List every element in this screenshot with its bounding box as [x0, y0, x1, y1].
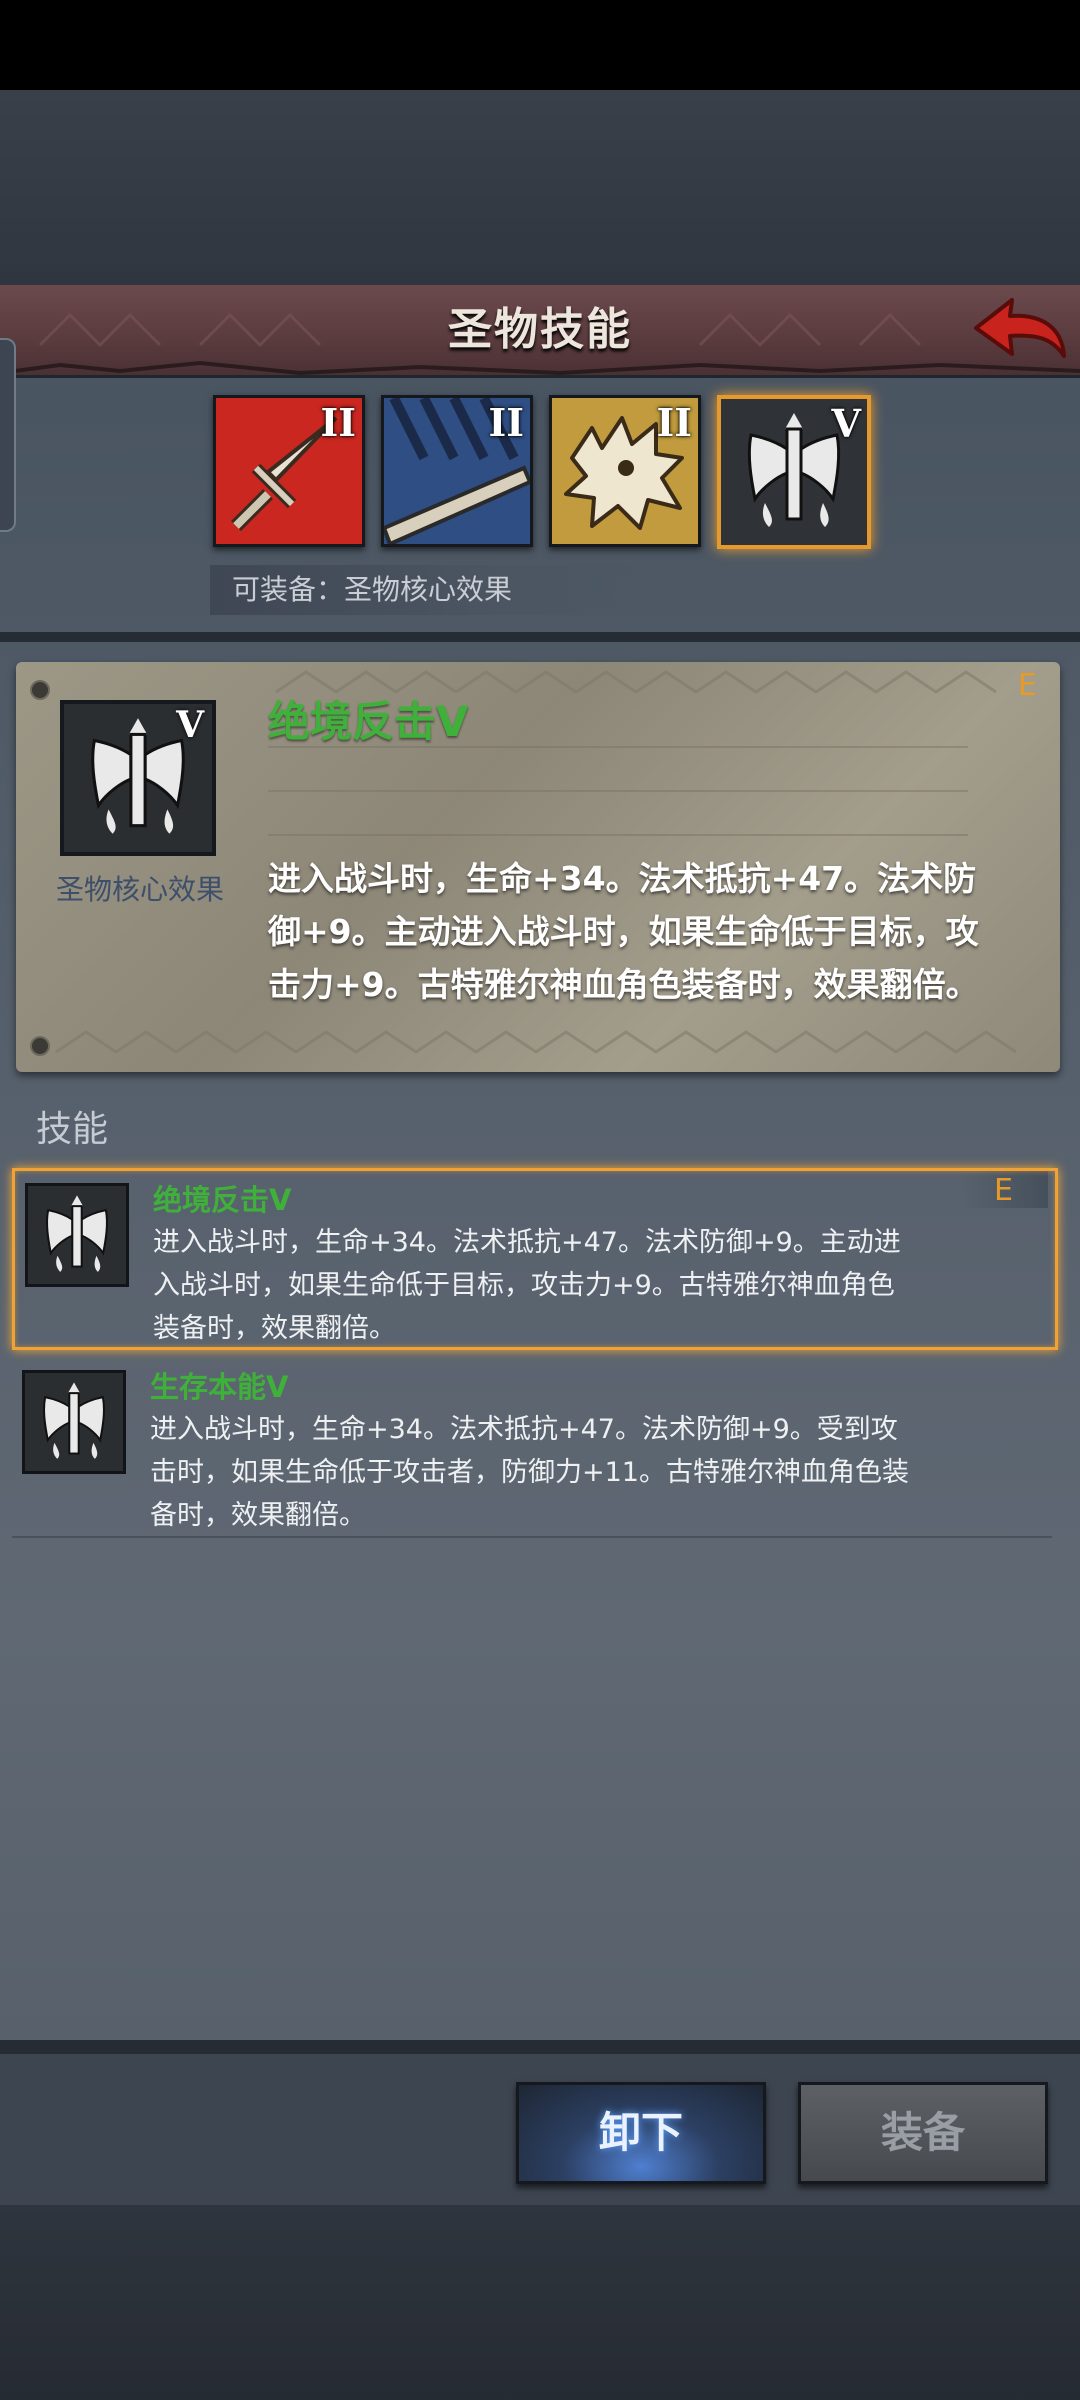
skill-row[interactable]: 生存本能V 进入战斗时，生命+34。法术抵抗+47。法术防御+9。受到攻击时，如…	[12, 1358, 1052, 1538]
skill-description: 进入战斗时，生命+34。法术抵抗+47。法术防御+9。受到攻击时，如果生命低于攻…	[150, 1414, 909, 1531]
detail-grade-badge: E	[1018, 668, 1037, 703]
relic-tile-axe-selected[interactable]: V	[717, 395, 871, 549]
divider	[0, 632, 1080, 642]
skill-name: 绝境反击V	[153, 1183, 292, 1217]
skill-grade-badge: E	[994, 1173, 1013, 1208]
detail-icon-grade: V	[176, 704, 204, 746]
rivet	[30, 680, 50, 700]
back-arrow-icon	[974, 298, 1066, 358]
skill-icon	[25, 1183, 129, 1287]
skill-description: 进入战斗时，生命+34。法术抵抗+47。法术防御+9。主动进入战斗时，如果生命低…	[153, 1227, 901, 1344]
divider	[0, 2040, 1080, 2054]
relic-tile-sword[interactable]: II	[213, 395, 365, 547]
detail-description: 进入战斗时，生命+34。法术抵抗+47。法术防御+9。主动进入战斗时，如果生命低…	[268, 859, 979, 1004]
equip-hint: 可装备：圣物核心效果	[210, 565, 652, 615]
axe-icon	[46, 1195, 108, 1272]
divider	[268, 834, 968, 836]
relic-tile-blade[interactable]: II	[381, 395, 533, 547]
skill-icon	[22, 1370, 126, 1474]
skills-section-label: 技能	[36, 1109, 109, 1150]
detail-skill-title: 绝境反击V	[268, 697, 469, 746]
back-button[interactable]	[970, 290, 1070, 370]
background-dim-top	[0, 90, 1080, 285]
equip-button[interactable]: 装备	[798, 2082, 1048, 2184]
page-title: 圣物技能	[448, 304, 632, 355]
divider	[268, 746, 968, 748]
background-dim-bottom	[0, 2205, 1080, 2400]
axe-icon	[43, 1382, 105, 1459]
status-bar	[0, 0, 1080, 90]
relic-grade: II	[656, 400, 692, 445]
unequip-button[interactable]: 卸下	[516, 2082, 766, 2184]
relic-grade: II	[488, 400, 524, 445]
relic-grade: V	[831, 401, 861, 446]
side-tab[interactable]	[0, 338, 16, 532]
skill-name: 生存本能V	[150, 1370, 289, 1404]
relic-tile-beast[interactable]: II	[549, 395, 701, 547]
detail-icon-label: 圣物核心效果	[55, 873, 224, 906]
divider	[268, 790, 968, 792]
rivet	[30, 1036, 50, 1056]
detail-skill-icon: V	[60, 700, 216, 856]
relic-grade: II	[320, 400, 356, 445]
skill-row-selected[interactable]: 绝境反击V E 进入战斗时，生命+34。法术抵抗+47。法术防御+9。主动进入战…	[12, 1168, 1058, 1350]
